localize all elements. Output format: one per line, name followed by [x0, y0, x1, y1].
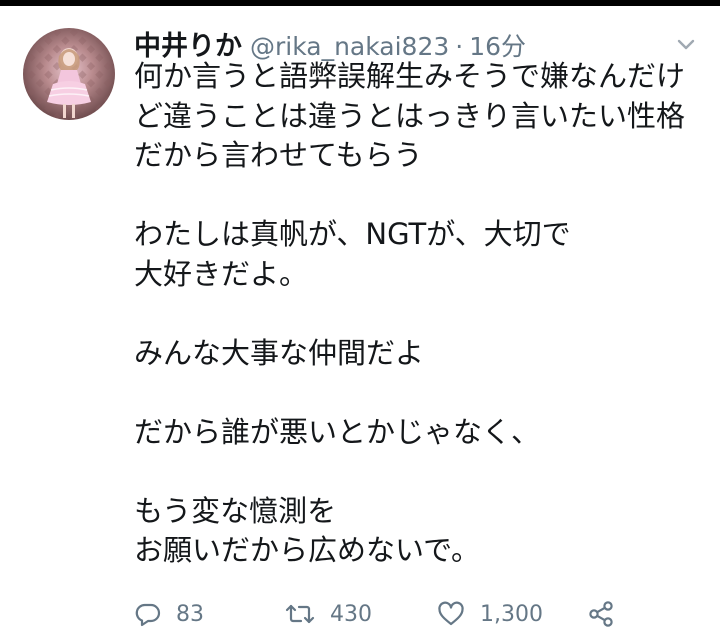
text-line: みんな大事な仲間だよ [134, 335, 425, 370]
retweet-count: 430 [330, 601, 372, 627]
tweet-paragraph: わたしは真帆が、NGTが、大切で 大好きだよ。 [134, 215, 704, 294]
text-line: だから言わせてもらう [134, 138, 423, 172]
like-button[interactable]: 1,300 [436, 598, 543, 630]
reply-button[interactable]: 83 [134, 598, 204, 630]
text-line: もう変な憶測を [134, 493, 337, 528]
tweet-paragraph: もう変な憶測を お願いだから広めないで。 [134, 492, 704, 571]
tweet-paragraph: だから誰が悪いとかじゃなく、 [134, 413, 704, 453]
text-line: お願いだから広めないで。 [134, 533, 480, 567]
tweet[interactable]: 中井りか @rika_nakai823 · 16分 何か言うと語弊誤解生みそうで… [0, 6, 720, 637]
avatar-image [23, 28, 115, 120]
avatar[interactable] [23, 28, 115, 120]
retweet-icon [284, 600, 316, 628]
tweet-paragraph: 何か言うと語弊誤解生みそうで嫌なんだけ ど違うことは違うとはっきり言いたい性格 … [134, 57, 704, 176]
like-count: 1,300 [480, 601, 543, 627]
text-line: わたしは真帆が、NGTが、大切で [134, 217, 571, 251]
tweet-text: 何か言うと語弊誤解生みそうで嫌なんだけ ど違うことは違うとはっきり言いたい性格 … [134, 57, 704, 571]
tweet-paragraph: みんな大事な仲間だよ [134, 334, 704, 374]
reply-icon [134, 600, 162, 628]
retweet-button[interactable]: 430 [284, 598, 372, 630]
tweet-actions: 83 430 1,300 [134, 598, 694, 630]
text-line: 何か言うと語弊誤解生みそうで嫌なんだけ [134, 59, 686, 93]
text-line: ど違うことは違うとはっきり言いたい性格 [134, 98, 686, 133]
reply-count: 83 [176, 601, 204, 627]
share-button[interactable] [586, 598, 616, 630]
share-icon [586, 599, 616, 629]
chevron-down-icon[interactable] [674, 32, 698, 56]
heart-icon [436, 600, 466, 628]
text-line: 大好きだよ。 [134, 256, 309, 291]
text-line: だから誰が悪いとかじゃなく、 [134, 414, 541, 449]
